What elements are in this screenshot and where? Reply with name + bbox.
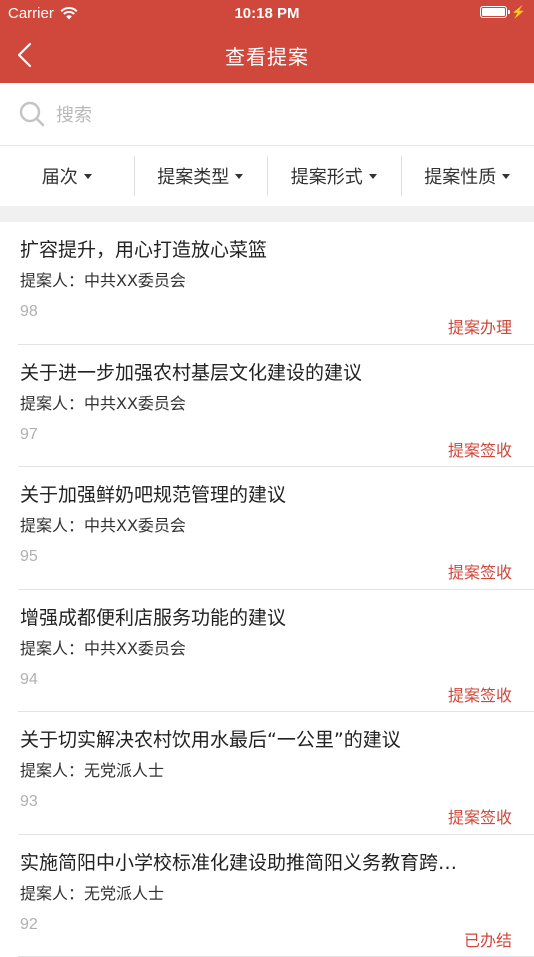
filter-proposal-form-dropdown[interactable]: 提案形式 [267, 146, 401, 206]
proposal-status: 提案签收 [448, 682, 512, 706]
proposal-proposer: 提案人：中共XX委员会 [20, 267, 186, 291]
proposal-status: 已办结 [464, 927, 512, 951]
list-item[interactable]: 扩容提升，用心打造放心菜篮 提案人：中共XX委员会 98 提案办理 [18, 222, 534, 345]
proposal-title: 关于加强鲜奶吧规范管理的建议 [20, 480, 510, 507]
proposal-proposer: 提案人：中共XX委员会 [20, 635, 186, 659]
proposal-title: 关于切实解决农村饮用水最后“一公里”的建议 [20, 725, 510, 752]
caret-down-icon [502, 174, 510, 179]
proposal-list[interactable]: 扩容提升，用心打造放心菜篮 提案人：中共XX委员会 98 提案办理 关于进一步加… [0, 222, 534, 957]
filter-bar: 届次 提案类型 提案形式 提案性质 [0, 146, 534, 206]
filter-session-dropdown[interactable]: 届次 [0, 146, 134, 206]
list-item[interactable]: 关于进一步加强农村基层文化建设的建议 提案人：中共XX委员会 97 提案签收 [18, 345, 534, 468]
proposal-status: 提案签收 [448, 804, 512, 828]
filter-proposal-nature-dropdown[interactable]: 提案性质 [401, 146, 534, 206]
filter-label: 提案类型 [157, 163, 229, 189]
proposal-title: 实施简阳中小学校标准化建设助推简阳义务教育跨… [20, 848, 510, 875]
search-icon [18, 100, 46, 128]
proposal-number: 98 [20, 303, 38, 321]
search-input[interactable] [54, 97, 498, 133]
caret-down-icon [235, 174, 243, 179]
proposal-title: 增强成都便利店服务功能的建议 [20, 603, 510, 630]
filter-label: 提案形式 [291, 163, 363, 189]
proposal-number: 95 [20, 548, 38, 566]
section-divider [0, 206, 534, 222]
proposal-number: 97 [20, 426, 38, 444]
page-title: 查看提案 [0, 41, 534, 70]
navigation-bar: 查看提案 [0, 28, 534, 83]
charging-bolt-icon: ⚡ [511, 6, 526, 18]
search-bar [0, 83, 534, 146]
filter-label: 届次 [42, 163, 78, 189]
proposal-status: 提案办理 [448, 314, 512, 338]
list-item[interactable]: 实施简阳中小学校标准化建设助推简阳义务教育跨… 提案人：无党派人士 92 已办结 [18, 835, 534, 957]
list-item[interactable]: 关于加强鲜奶吧规范管理的建议 提案人：中共XX委员会 95 提案签收 [18, 467, 534, 590]
caret-down-icon [84, 174, 92, 179]
proposal-proposer: 提案人：中共XX委员会 [20, 512, 186, 536]
proposal-number: 93 [20, 793, 38, 811]
status-right-group: ⚡ [480, 6, 526, 18]
proposal-title: 扩容提升，用心打造放心菜篮 [20, 235, 510, 262]
status-bar: Carrier 10:18 PM ⚡ [0, 0, 534, 28]
proposal-status: 提案签收 [448, 559, 512, 583]
proposal-proposer: 提案人：无党派人士 [20, 757, 164, 781]
proposal-title: 关于进一步加强农村基层文化建设的建议 [20, 358, 510, 385]
filter-proposal-type-dropdown[interactable]: 提案类型 [134, 146, 268, 206]
proposal-number: 94 [20, 671, 38, 689]
proposal-proposer: 提案人：中共XX委员会 [20, 390, 186, 414]
proposal-status: 提案签收 [448, 437, 512, 461]
status-time: 10:18 PM [0, 5, 534, 22]
caret-down-icon [369, 174, 377, 179]
battery-icon [480, 6, 507, 18]
list-item[interactable]: 增强成都便利店服务功能的建议 提案人：中共XX委员会 94 提案签收 [18, 590, 534, 713]
proposal-number: 92 [20, 916, 38, 934]
filter-label: 提案性质 [424, 163, 496, 189]
proposal-proposer: 提案人：无党派人士 [20, 880, 164, 904]
list-item[interactable]: 关于切实解决农村饮用水最后“一公里”的建议 提案人：无党派人士 93 提案签收 [18, 712, 534, 835]
